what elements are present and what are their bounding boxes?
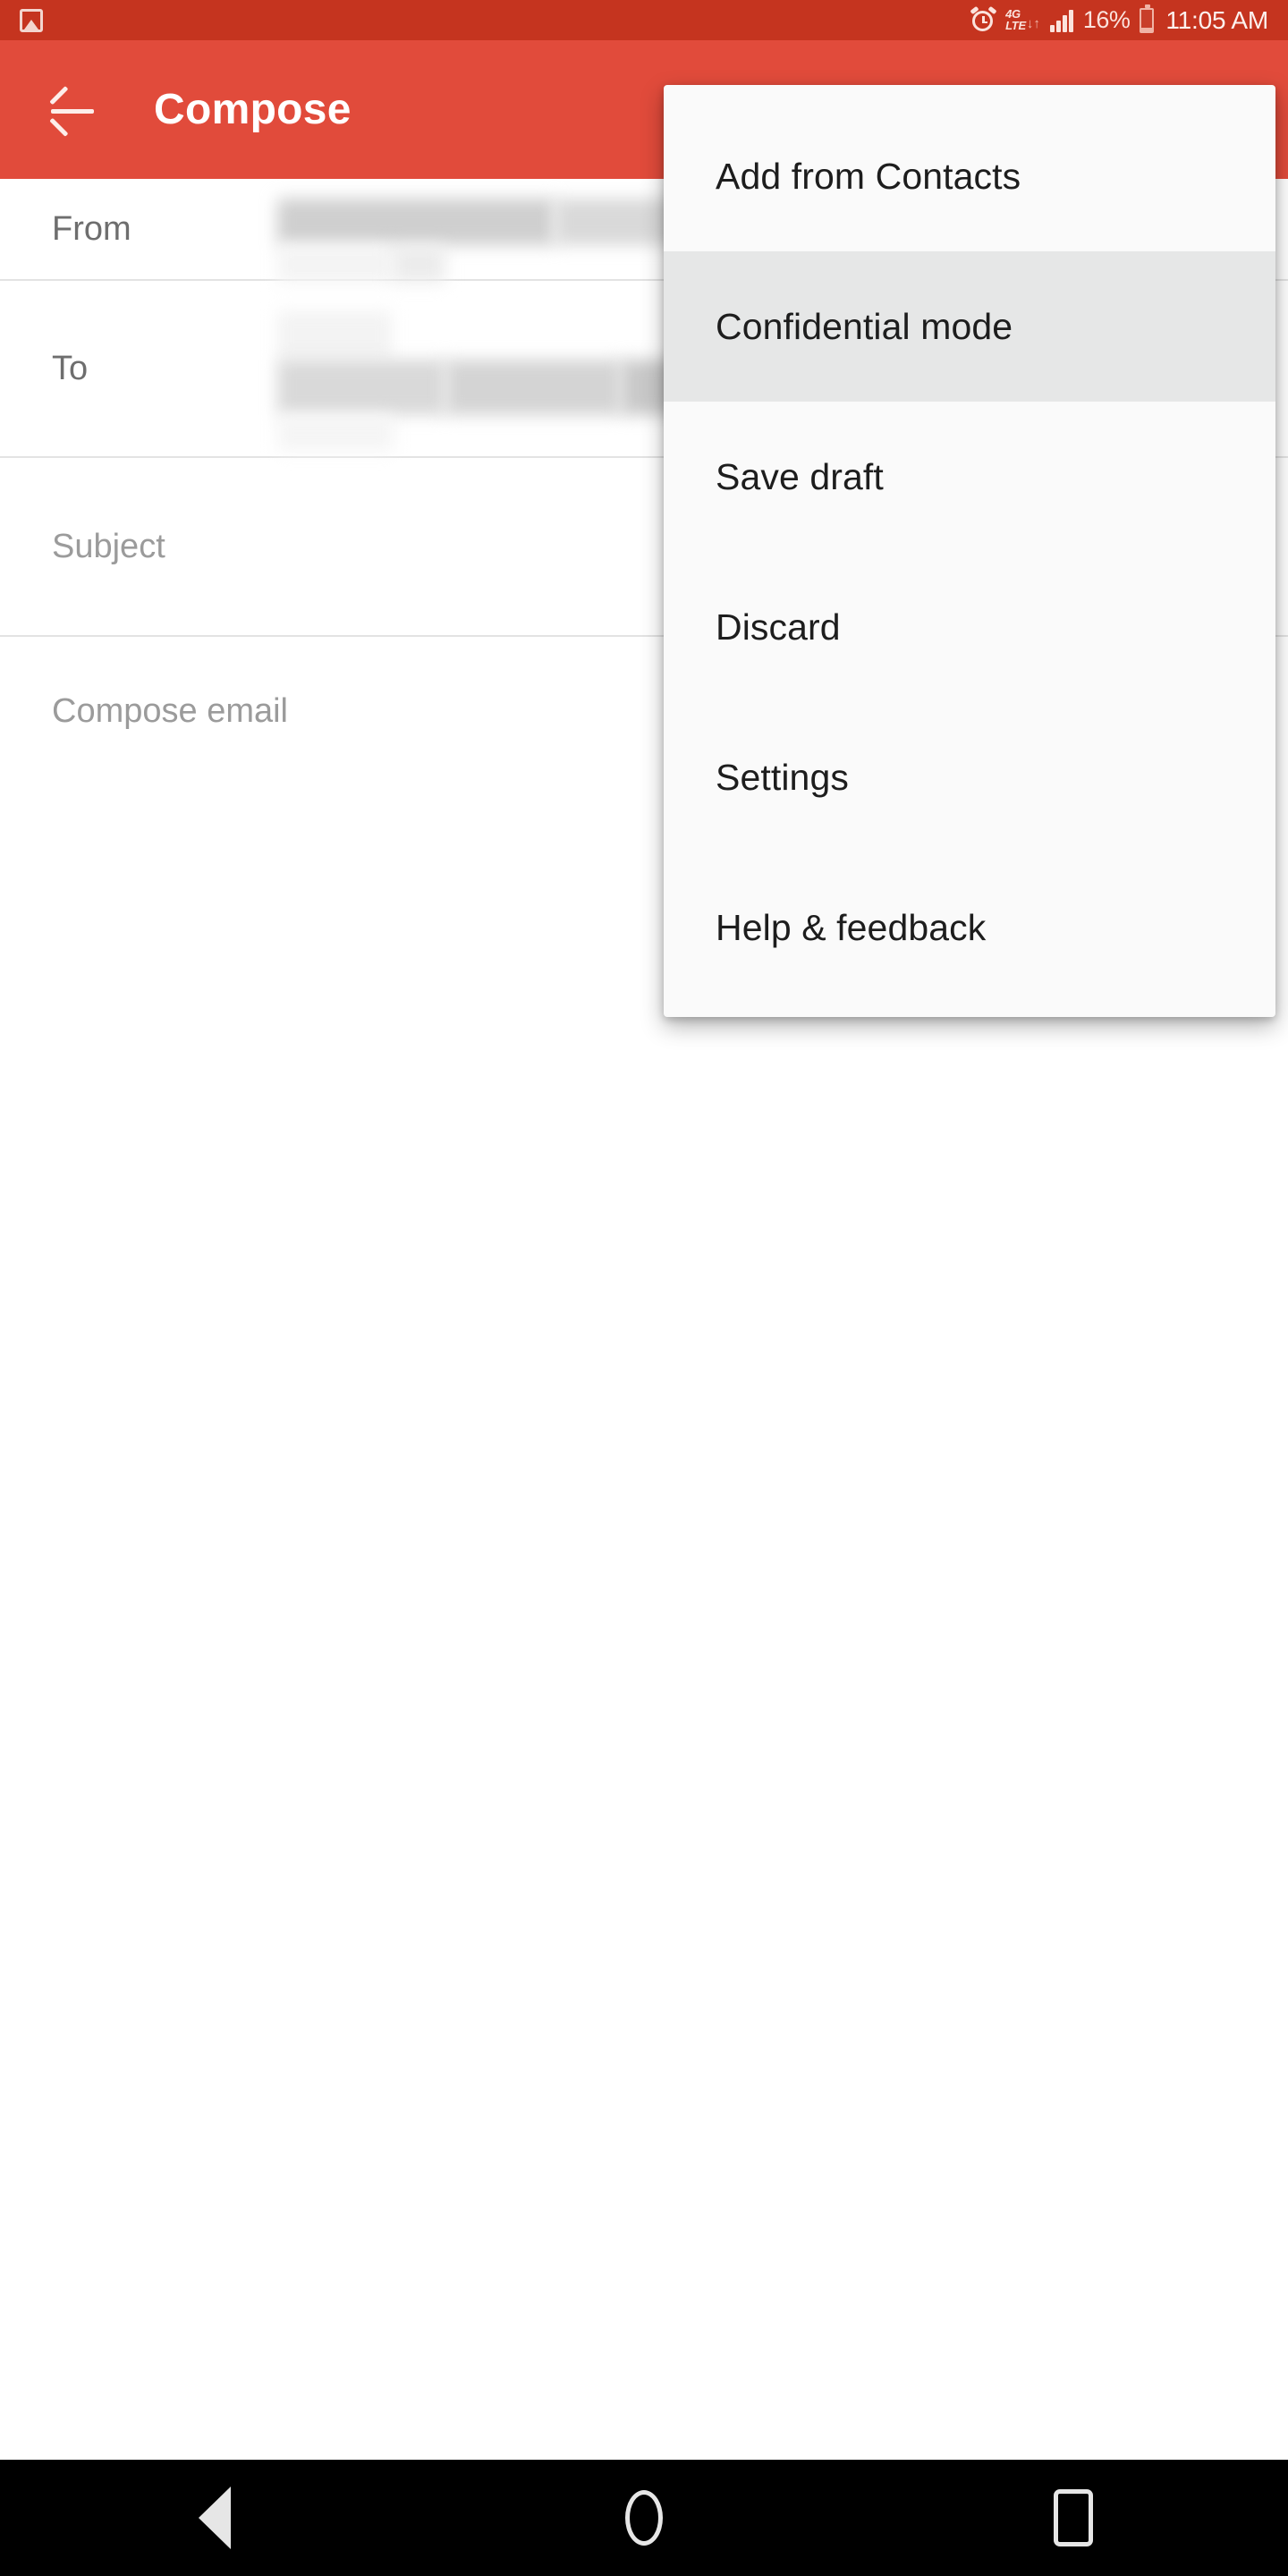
nav-recents-button[interactable]: [1020, 2460, 1127, 2576]
to-label: To: [52, 349, 89, 387]
battery-percent-label: 16%: [1082, 6, 1131, 33]
menu-item-add-from-contacts[interactable]: Add from Contacts: [664, 101, 1275, 251]
menu-item-help-feedback[interactable]: Help & feedback: [664, 852, 1275, 1003]
nav-home-button[interactable]: [590, 2460, 698, 2576]
subject-placeholder: Subject: [52, 527, 165, 565]
square-recents-icon: [1054, 2489, 1093, 2546]
signal-bars-icon: [1049, 9, 1073, 32]
data-transfer-arrows-icon: ↓↑: [1026, 15, 1040, 31]
redaction-block: [277, 311, 392, 360]
overflow-menu: Add from Contacts Confidential mode Save…: [664, 85, 1275, 1017]
back-arrow-icon[interactable]: [47, 84, 98, 137]
from-label: From: [52, 209, 131, 248]
photo-icon: [20, 8, 43, 32]
status-bar-left: [20, 8, 43, 32]
battery-icon: [1140, 4, 1155, 33]
redaction-block: [277, 245, 392, 283]
phone-screen: 4G LTE ↓↑ 16% 11:05 AM Compose From To S…: [0, 0, 1288, 2576]
redaction-block: [277, 415, 394, 451]
redaction-block: [445, 360, 621, 415]
menu-item-confidential-mode[interactable]: Confidential mode: [664, 251, 1275, 402]
menu-item-discard[interactable]: Discard: [664, 552, 1275, 702]
page-title: Compose: [154, 86, 352, 133]
android-navigation-bar: [0, 2460, 1288, 2576]
network-type-icon: 4G LTE ↓↑: [1005, 8, 1040, 32]
body-placeholder: Compose email: [52, 692, 288, 730]
network-type-line2: LTE: [1005, 18, 1026, 32]
status-bar-right: 4G LTE ↓↑ 16% 11:05 AM: [970, 4, 1268, 35]
menu-item-settings[interactable]: Settings: [664, 702, 1275, 852]
redaction-block: [277, 360, 445, 415]
status-bar: 4G LTE ↓↑ 16% 11:05 AM: [0, 0, 1288, 40]
alarm-clock-icon: [970, 5, 997, 32]
circle-home-icon: [625, 2490, 663, 2546]
redaction-block: [392, 245, 445, 283]
triangle-back-icon: [199, 2487, 231, 2549]
clock-label: 11:05 AM: [1165, 5, 1268, 34]
nav-back-button[interactable]: [161, 2460, 268, 2576]
menu-item-save-draft[interactable]: Save draft: [664, 402, 1275, 552]
redaction-block: [277, 199, 555, 245]
